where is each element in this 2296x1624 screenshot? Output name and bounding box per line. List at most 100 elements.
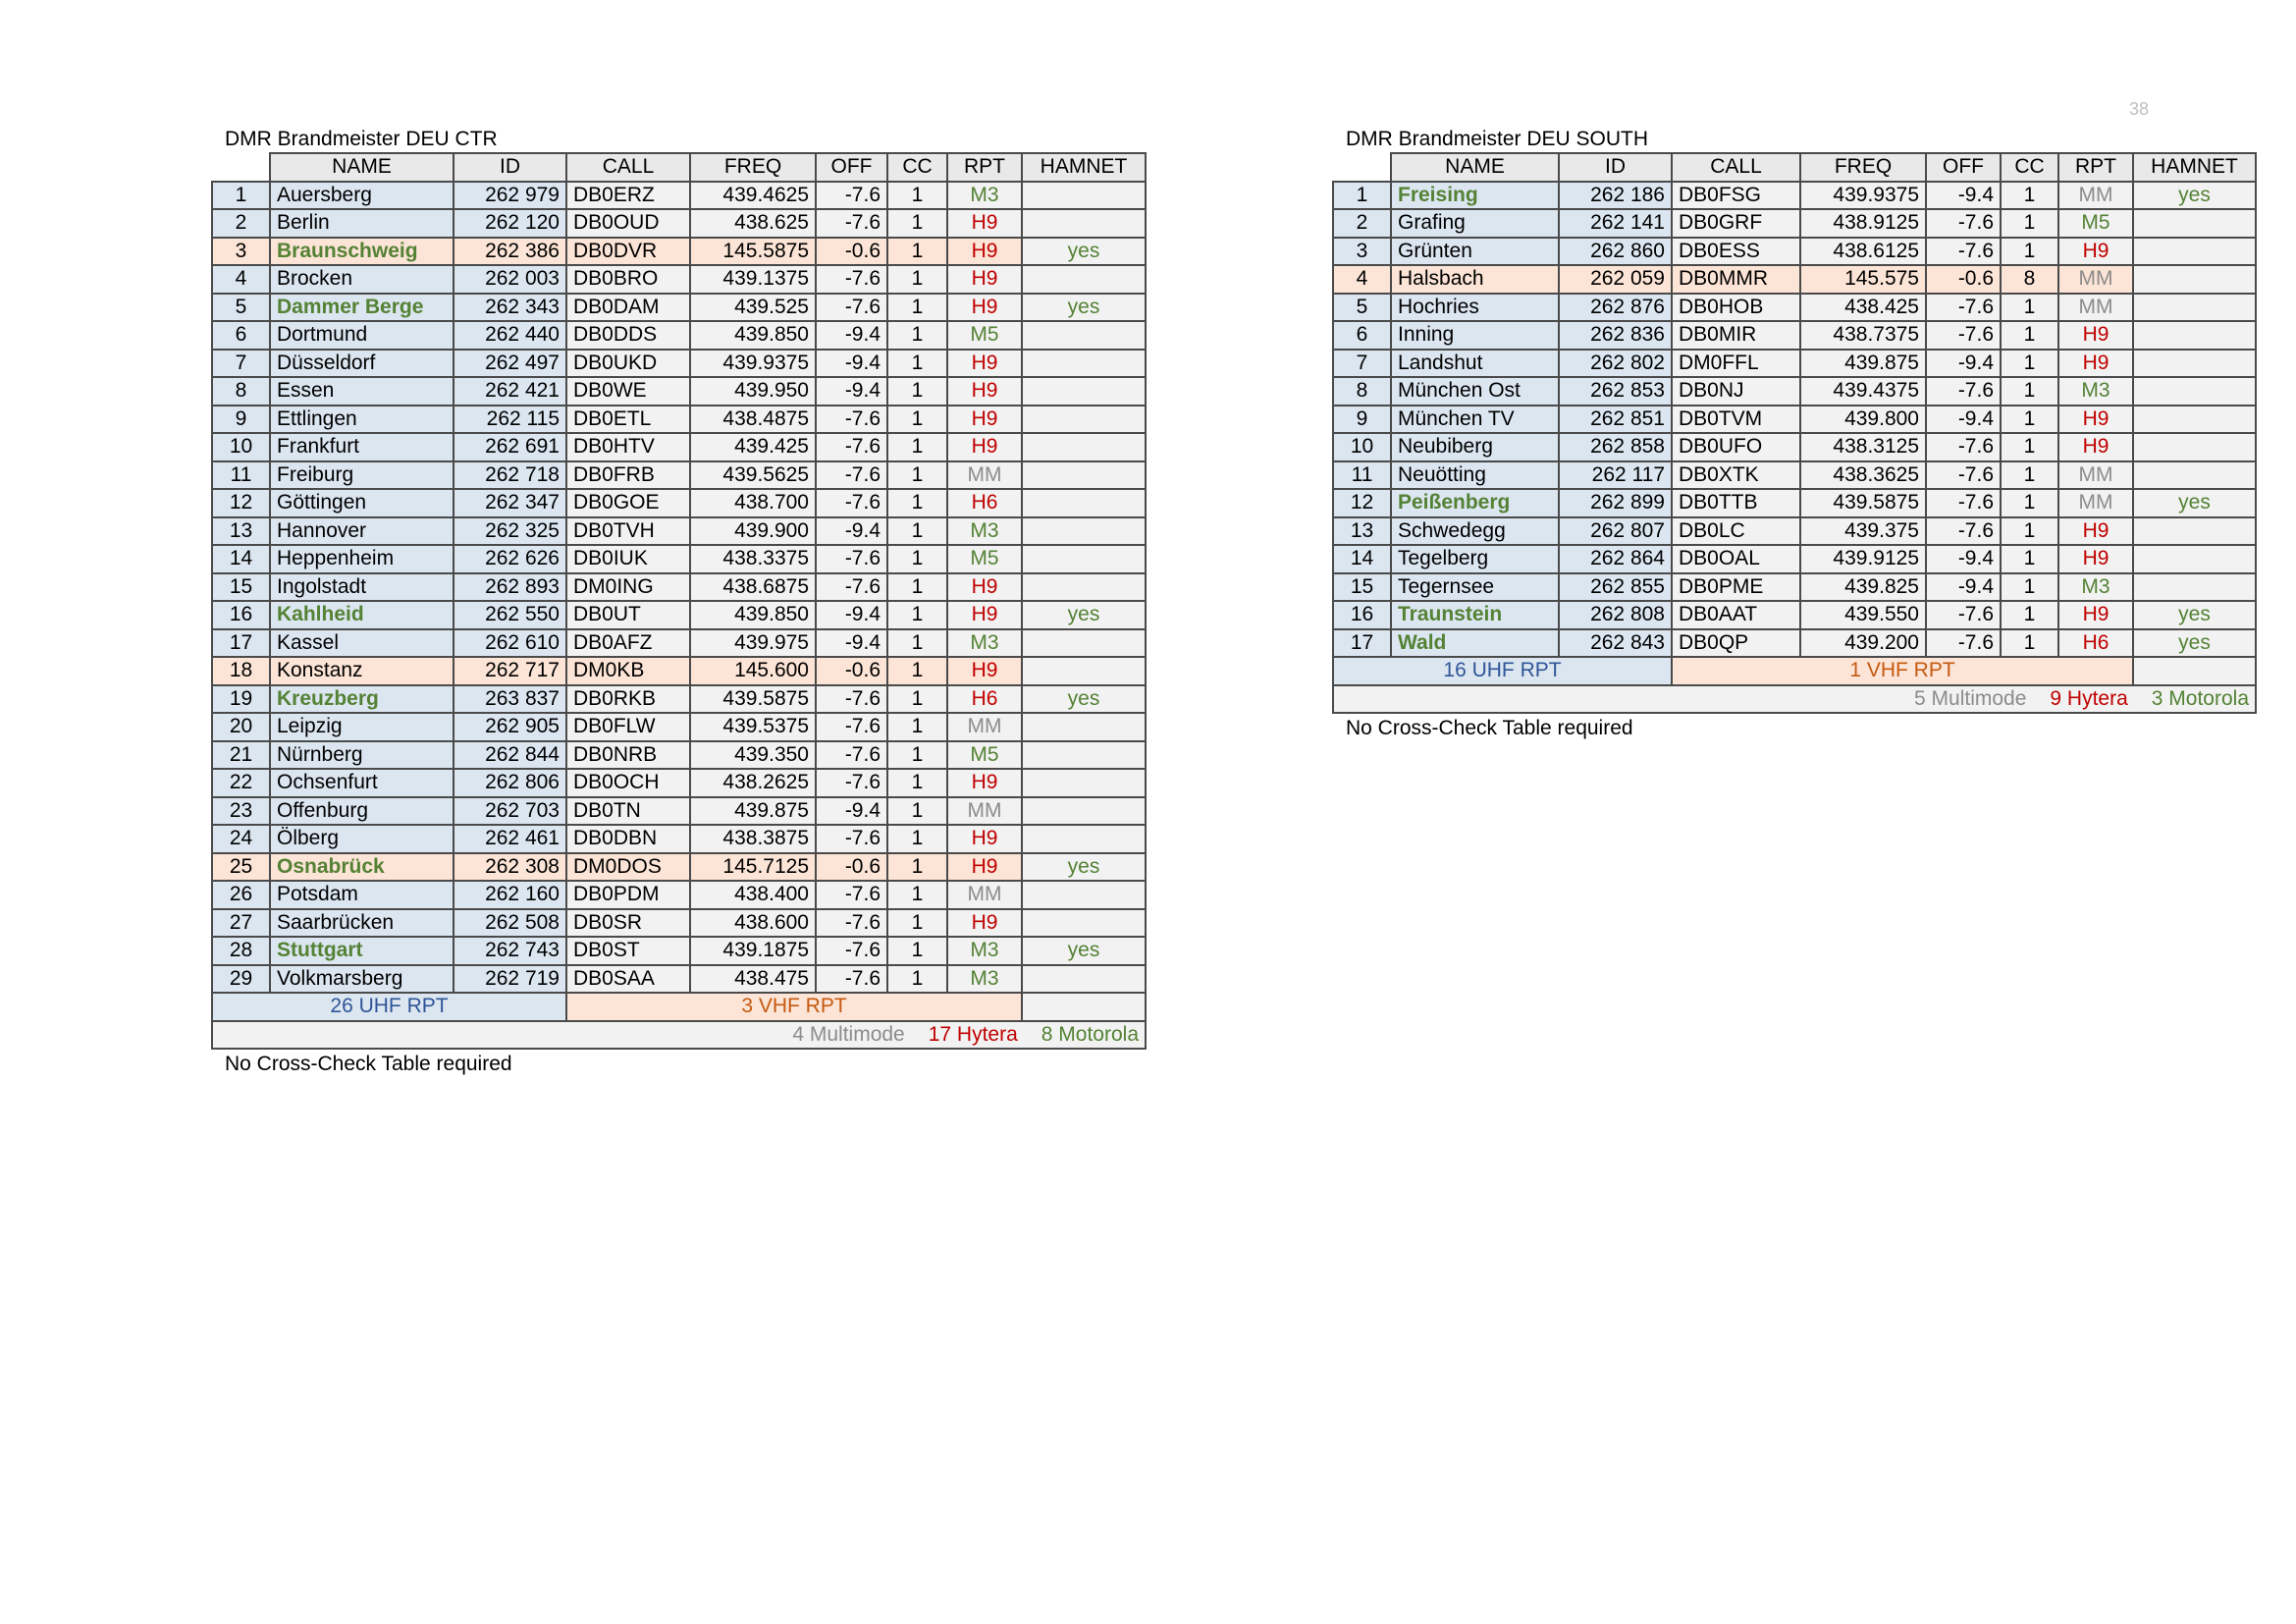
row-number: 3 bbox=[211, 236, 271, 266]
color-code: 1 bbox=[2000, 348, 2059, 378]
repeater-type: MM bbox=[2057, 264, 2134, 295]
station-name: München Ost bbox=[1390, 376, 1560, 406]
hamnet bbox=[2132, 460, 2257, 490]
offset: -0.6 bbox=[815, 656, 888, 686]
station-name: Dammer Berge bbox=[269, 292, 454, 322]
repeater-type: H9 bbox=[946, 851, 1023, 882]
color-code: 1 bbox=[2000, 236, 2059, 266]
repeater-type: M5 bbox=[2057, 208, 2134, 239]
repeater-type: MM bbox=[946, 795, 1023, 826]
station-name: Tegelberg bbox=[1390, 544, 1560, 574]
offset: -7.6 bbox=[1925, 376, 2002, 406]
hamnet bbox=[1021, 824, 1147, 854]
callsign: DB0TN bbox=[565, 795, 691, 826]
repeater-type: H9 bbox=[946, 907, 1023, 938]
repeater-id: 262 308 bbox=[453, 851, 567, 882]
table-row: 1 Auersberg 262 979 DB0ERZ 439.4625 -7.6 1 M3 bbox=[211, 180, 1147, 210]
offset: -7.6 bbox=[815, 571, 888, 602]
header-name: NAME bbox=[269, 152, 454, 183]
table-row: 19 Kreuzberg 263 837 DB0RKB 439.5875 -7.6 1 H6 y… bbox=[211, 683, 1147, 714]
color-code: 1 bbox=[886, 208, 948, 239]
frequency: 438.2625 bbox=[689, 768, 817, 798]
repeater-id: 262 610 bbox=[453, 627, 567, 658]
callsign: DB0AAT bbox=[1671, 600, 1801, 630]
row-number: 16 bbox=[1332, 600, 1392, 630]
offset: -7.6 bbox=[815, 739, 888, 770]
repeater-type: H9 bbox=[2057, 236, 2134, 266]
table-row: 6 Inning 262 836 DB0MIR 438.7375 -7.6 1 H9 bbox=[1332, 320, 2257, 351]
frequency: 439.5625 bbox=[689, 460, 817, 490]
repeater-id: 262 905 bbox=[453, 712, 567, 742]
hamnet: yes bbox=[2132, 627, 2257, 658]
repeater-id: 262 899 bbox=[1558, 488, 1673, 518]
callsign: DB0HOB bbox=[1671, 292, 1801, 322]
offset: -7.6 bbox=[815, 488, 888, 518]
hamnet bbox=[1021, 739, 1147, 770]
hamnet bbox=[1021, 264, 1147, 295]
station-name: Traunstein bbox=[1390, 600, 1560, 630]
repeater-id: 262 858 bbox=[1558, 432, 1673, 462]
offset: -0.6 bbox=[815, 236, 888, 266]
frequency: 438.9125 bbox=[1799, 208, 1927, 239]
station-name: Neubiberg bbox=[1390, 432, 1560, 462]
table-row: 12 Peißenberg 262 899 DB0TTB 439.5875 -7.6 1 MM… bbox=[1332, 488, 2257, 518]
row-number: 4 bbox=[1332, 264, 1392, 295]
repeater-type: H9 bbox=[946, 768, 1023, 798]
offset: -0.6 bbox=[815, 851, 888, 882]
repeater-id: 262 717 bbox=[453, 656, 567, 686]
offset: -9.4 bbox=[815, 320, 888, 351]
offset: -9.4 bbox=[1925, 348, 2002, 378]
row-number: 22 bbox=[211, 768, 271, 798]
callsign: DB0SAA bbox=[565, 963, 691, 994]
frequency: 439.5875 bbox=[1799, 488, 1927, 518]
color-code: 1 bbox=[886, 488, 948, 518]
repeater-id: 262 851 bbox=[1558, 404, 1673, 434]
frequency: 439.350 bbox=[689, 739, 817, 770]
repeater-id: 262 843 bbox=[1558, 627, 1673, 658]
frequency: 438.475 bbox=[689, 963, 817, 994]
color-code: 1 bbox=[886, 376, 948, 406]
callsign: DM0DOS bbox=[565, 851, 691, 882]
frequency: 439.5375 bbox=[689, 712, 817, 742]
callsign: DB0FSG bbox=[1671, 180, 1801, 210]
frequency: 438.625 bbox=[689, 208, 817, 239]
table-row: 17 Kassel 262 610 DB0AFZ 439.975 -9.4 1 M3 bbox=[211, 627, 1147, 658]
row-number: 10 bbox=[211, 432, 271, 462]
station-name: Ochsenfurt bbox=[269, 768, 454, 798]
station-name: Auersberg bbox=[269, 180, 454, 210]
callsign: DB0PME bbox=[1671, 571, 1801, 602]
row-number: 25 bbox=[211, 851, 271, 882]
repeater-type: M3 bbox=[946, 963, 1023, 994]
color-code: 1 bbox=[886, 880, 948, 910]
station-name: Hochries bbox=[1390, 292, 1560, 322]
repeater-id: 262 141 bbox=[1558, 208, 1673, 239]
hamnet bbox=[1021, 320, 1147, 351]
color-code: 1 bbox=[886, 739, 948, 770]
table-row: 15 Ingolstadt 262 893 DM0ING 438.6875 -7.6 1 H9 bbox=[211, 571, 1147, 602]
repeater-id: 262 855 bbox=[1558, 571, 1673, 602]
frequency: 439.525 bbox=[689, 292, 817, 322]
hamnet bbox=[2132, 348, 2257, 378]
callsign: DB0MIR bbox=[1671, 320, 1801, 351]
hamnet bbox=[1021, 768, 1147, 798]
hamnet: yes bbox=[2132, 488, 2257, 518]
table-row: 17 Wald 262 843 DB0QP 439.200 -7.6 1 H6 yes bbox=[1332, 627, 2257, 658]
callsign: DB0FRB bbox=[565, 460, 691, 490]
frequency: 438.4875 bbox=[689, 404, 817, 434]
station-name: Berlin bbox=[269, 208, 454, 239]
repeater-id: 262 743 bbox=[453, 936, 567, 966]
frequency: 438.7375 bbox=[1799, 320, 1927, 351]
offset: -7.6 bbox=[815, 460, 888, 490]
station-name: Inning bbox=[1390, 320, 1560, 351]
header-freq: FREQ bbox=[689, 152, 817, 183]
row-number: 18 bbox=[211, 656, 271, 686]
offset: -7.6 bbox=[1925, 320, 2002, 351]
frequency: 439.550 bbox=[1799, 600, 1927, 630]
repeater-id: 262 703 bbox=[453, 795, 567, 826]
frequency: 438.700 bbox=[689, 488, 817, 518]
color-code: 1 bbox=[886, 936, 948, 966]
table-body-south: 1 Freising 262 186 DB0FSG 439.9375 -9.4 1 MM yes… bbox=[1332, 180, 2257, 658]
frequency: 439.875 bbox=[689, 795, 817, 826]
repeater-type: M5 bbox=[946, 544, 1023, 574]
offset: -7.6 bbox=[815, 880, 888, 910]
